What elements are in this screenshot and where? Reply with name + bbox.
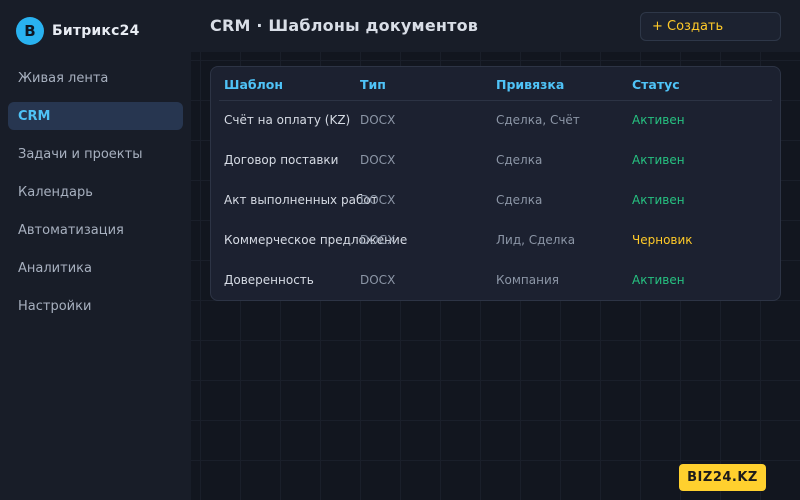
status-badge: Активен <box>632 113 685 127</box>
table-row[interactable]: Акт выполненных работ DOCX Сделка Активе… <box>211 180 780 220</box>
sidebar-item-analytics[interactable]: Аналитика <box>8 254 183 282</box>
bitrix-logo-icon: B <box>16 17 44 45</box>
status-badge: Активен <box>632 273 685 287</box>
table-header-row: Шаблон Тип Привязка Статус <box>211 64 780 104</box>
templates-table: Шаблон Тип Привязка Статус Счёт на оплат… <box>210 66 781 301</box>
brand[interactable]: B Битрикс24 <box>16 17 140 45</box>
header: CRM · Шаблоны документов + Создать <box>191 0 800 52</box>
sidebar: B Битрикс24 Живая лента CRM Задачи и про… <box>0 0 191 500</box>
template-binding: Лид, Сделка <box>496 233 576 247</box>
template-type: DOCX <box>360 113 396 127</box>
brand-name: Битрикс24 <box>52 23 140 39</box>
table-row[interactable]: Договор поставки DOCX Сделка Активен <box>211 140 780 180</box>
main-content: Шаблон Тип Привязка Статус Счёт на оплат… <box>191 52 800 500</box>
template-binding: Сделка, Счёт <box>496 113 580 127</box>
watermark-badge: BIZ24.KZ <box>679 464 766 491</box>
sidebar-item-crm[interactable]: CRM <box>8 102 183 130</box>
app-window: B Битрикс24 Живая лента CRM Задачи и про… <box>0 0 800 500</box>
template-type: DOCX <box>360 153 396 167</box>
column-header-status[interactable]: Статус <box>632 64 680 104</box>
status-badge: Активен <box>632 193 685 207</box>
column-header-type[interactable]: Тип <box>360 64 386 104</box>
sidebar-item-calendar[interactable]: Календарь <box>8 178 183 206</box>
template-name[interactable]: Доверенность <box>224 260 314 300</box>
template-name[interactable]: Договор поставки <box>224 140 338 180</box>
status-badge: Черновик <box>632 233 693 247</box>
table-row[interactable]: Коммерческое предложение DOCX Лид, Сделк… <box>211 220 780 260</box>
sidebar-item-feed[interactable]: Живая лента <box>8 64 183 92</box>
template-binding: Компания <box>496 273 559 287</box>
table-row[interactable]: Счёт на оплату (KZ) DOCX Сделка, Счёт Ак… <box>211 100 780 140</box>
template-type: DOCX <box>360 233 396 247</box>
column-header-binding[interactable]: Привязка <box>496 64 564 104</box>
template-name[interactable]: Счёт на оплату (KZ) <box>224 100 350 140</box>
template-binding: Сделка <box>496 193 543 207</box>
sidebar-nav: Живая лента CRM Задачи и проекты Календа… <box>8 64 183 330</box>
sidebar-item-settings[interactable]: Настройки <box>8 292 183 320</box>
template-type: DOCX <box>360 273 396 287</box>
page-title: CRM · Шаблоны документов <box>210 16 479 35</box>
table-row[interactable]: Доверенность DOCX Компания Активен <box>211 260 780 300</box>
template-binding: Сделка <box>496 153 543 167</box>
sidebar-item-automation[interactable]: Автоматизация <box>8 216 183 244</box>
template-name[interactable]: Акт выполненных работ <box>224 180 378 220</box>
create-button[interactable]: + Создать <box>640 12 781 41</box>
sidebar-item-tasks[interactable]: Задачи и проекты <box>8 140 183 168</box>
status-badge: Активен <box>632 153 685 167</box>
column-header-template[interactable]: Шаблон <box>224 64 283 104</box>
template-type: DOCX <box>360 193 396 207</box>
